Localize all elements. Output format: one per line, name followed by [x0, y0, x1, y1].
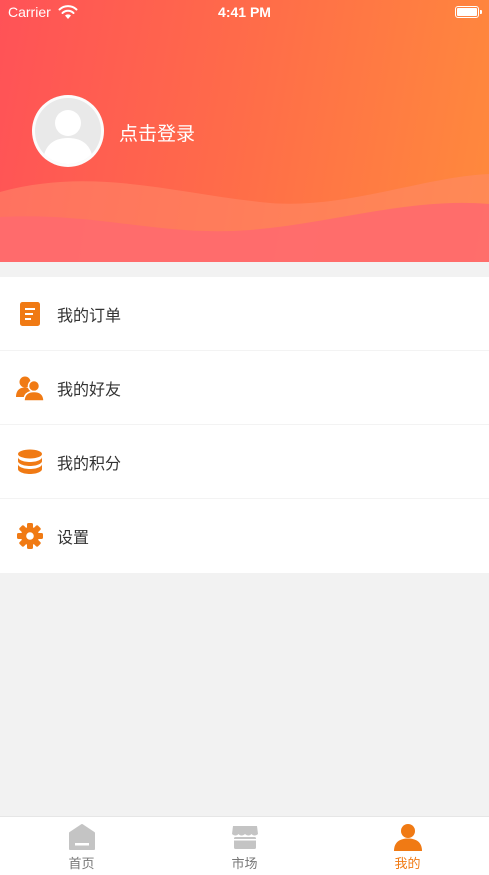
settings-icon [16, 522, 44, 550]
tab-label: 首页 [68, 857, 95, 872]
home-icon [68, 824, 95, 850]
status-bar: Carrier 4:41 PM [0, 0, 489, 26]
menu-item-label: 我的积分 [57, 453, 122, 473]
menu-item-label: 我的订单 [57, 305, 122, 325]
menu-item-orders[interactable]: 我的订单 [0, 277, 489, 351]
user-silhouette-icon [43, 110, 93, 164]
tab-home[interactable]: 首页 [0, 817, 163, 875]
tab-bar: 首页 市场 我的 [0, 816, 489, 875]
order-icon [16, 300, 44, 328]
menu-item-label: 我的好友 [57, 379, 122, 399]
profile-icon [393, 824, 422, 851]
menu-item-label: 设置 [57, 528, 90, 547]
header-wave [0, 174, 489, 262]
tab-mine[interactable]: 我的 [326, 817, 489, 875]
screen: Carrier 4:41 PM 点击登录 我的订单 我的好友 我的积分 设置 首… [0, 0, 489, 875]
menu-item-settings[interactable]: 设置 [0, 499, 489, 573]
menu-item-friends[interactable]: 我的好友 [0, 351, 489, 425]
battery-icon [455, 6, 482, 18]
menu-item-points[interactable]: 我的积分 [0, 425, 489, 499]
profile-header: Carrier 4:41 PM 点击登录 [0, 0, 489, 262]
tab-label: 我的 [394, 857, 421, 872]
clock: 4:41 PM [218, 4, 271, 20]
friends-icon [16, 374, 44, 402]
market-icon [231, 826, 258, 849]
menu-list: 我的订单 我的好友 我的积分 设置 [0, 277, 489, 573]
tab-market[interactable]: 市场 [163, 817, 326, 875]
tab-label: 市场 [231, 857, 258, 872]
login-link[interactable]: 点击登录 [119, 119, 195, 146]
points-icon [16, 448, 44, 476]
avatar[interactable] [32, 95, 104, 167]
